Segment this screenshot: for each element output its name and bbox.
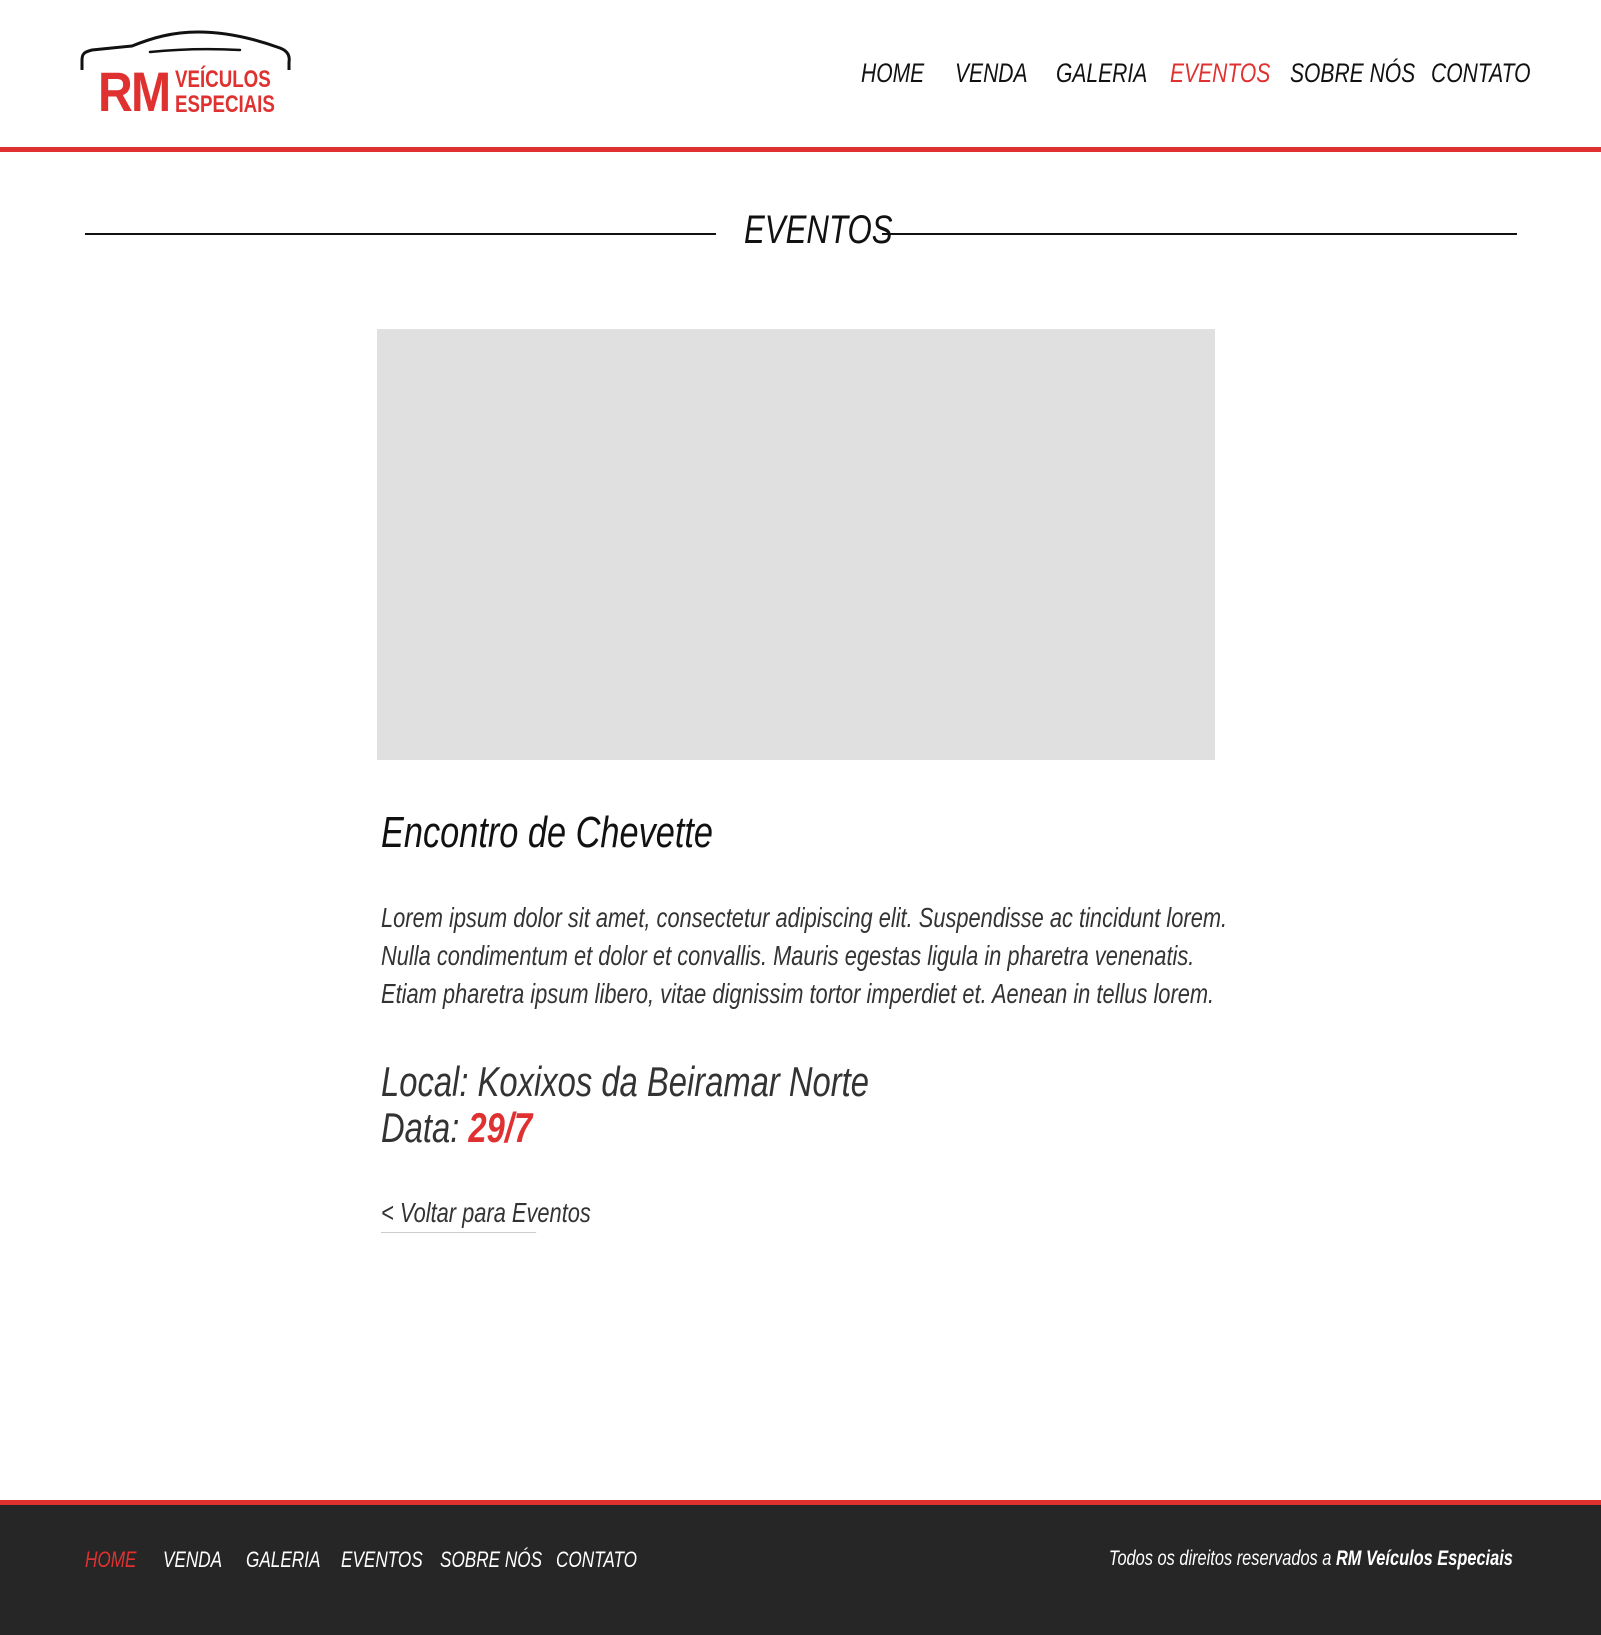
copyright-brand: RM Veículos Especiais	[1336, 1547, 1513, 1570]
nav-eventos[interactable]: EVENTOS	[1170, 58, 1270, 94]
footer-nav-eventos[interactable]: EVENTOS	[341, 1547, 423, 1573]
footer-nav-venda[interactable]: VENDA	[163, 1547, 222, 1573]
logo-initials: RM	[98, 60, 171, 123]
title-divider-right	[882, 233, 1517, 235]
nav-venda[interactable]: VENDA	[955, 58, 1028, 94]
nav-sobre[interactable]: SOBRE NÓS	[1290, 58, 1415, 94]
back-to-events-link[interactable]: < Voltar para Eventos	[381, 1197, 591, 1233]
event-description-line-3: Etiam pharetra ipsum libero, vitae digni…	[381, 978, 1215, 1009]
site-footer: HOME VENDA GALERIA EVENTOS SOBRE NÓS CON…	[0, 1500, 1601, 1635]
title-divider-left	[85, 233, 716, 235]
event-local: Local: Koxixos da Beiramar Norte	[381, 1058, 869, 1106]
logo-line-2: ESPECIAIS	[175, 91, 275, 118]
footer-nav-home[interactable]: HOME	[85, 1547, 136, 1573]
nav-contato[interactable]: CONTATO	[1431, 58, 1530, 94]
logo[interactable]: RM VEÍCULOS ESPECIAIS	[80, 30, 292, 120]
footer-nav-sobre[interactable]: SOBRE NÓS	[440, 1547, 542, 1573]
event-date: Data: 29/7	[381, 1104, 532, 1152]
copyright-label: Todos os direitos reservados a	[1109, 1547, 1332, 1570]
nav-home[interactable]: HOME	[861, 58, 924, 94]
footer-nav-contato[interactable]: CONTATO	[556, 1547, 637, 1573]
date-value: 29/7	[468, 1104, 533, 1151]
section-title: EVENTOS	[744, 208, 893, 252]
nav-galeria[interactable]: GALERIA	[1056, 58, 1147, 94]
logo-line-1: VEÍCULOS	[175, 66, 271, 93]
event-description-line-1: Lorem ipsum dolor sit amet, consectetur …	[381, 902, 1228, 933]
copyright-text: Todos os direitos reservados a RM Veícul…	[1109, 1547, 1513, 1571]
event-image	[377, 329, 1215, 760]
event-description-line-2: Nulla condimentum et dolor et convallis.…	[381, 940, 1195, 971]
local-label: Local:	[381, 1058, 469, 1105]
date-label: Data:	[381, 1104, 460, 1151]
footer-nav-galeria[interactable]: GALERIA	[246, 1547, 320, 1573]
site-header: RM VEÍCULOS ESPECIAIS HOME VENDA GALERIA…	[0, 0, 1601, 152]
event-title: Encontro de Chevette	[381, 808, 713, 857]
local-value: Koxixos da Beiramar Norte	[477, 1058, 869, 1105]
